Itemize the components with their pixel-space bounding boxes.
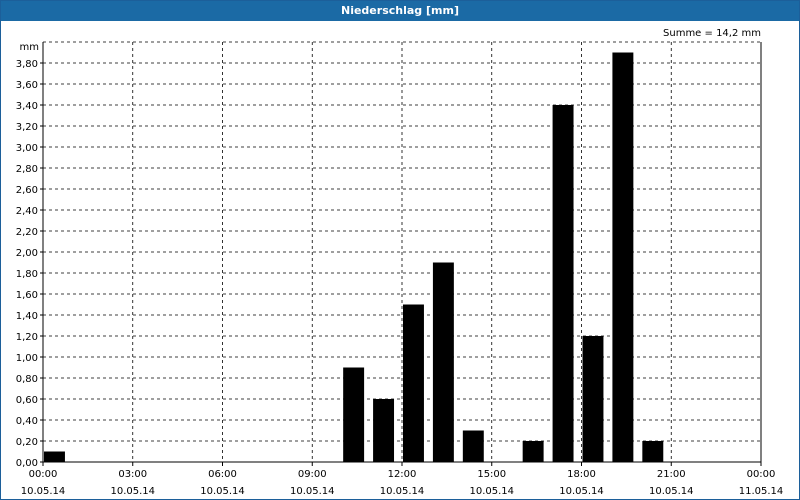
y-tick-label: 1,60 [16, 290, 38, 301]
x-tick-time-label: 21:00 [657, 469, 686, 480]
x-tick-date-label: 11.05.14 [739, 486, 784, 497]
precipitation-bar [403, 304, 424, 462]
precipitation-bar [642, 441, 664, 462]
y-tick-label: 1,20 [16, 332, 38, 343]
y-tick-label: 3,00 [16, 143, 38, 154]
x-tick-time-label: 06:00 [208, 469, 237, 480]
y-tick-label: 3,60 [16, 80, 38, 91]
y-tick-label: 0,60 [16, 395, 38, 406]
y-tick-label: 2,00 [16, 248, 38, 259]
y-tick-label: 2,80 [16, 164, 38, 175]
x-tick-date-label: 10.05.14 [649, 486, 694, 497]
y-tick-label: 2,40 [16, 206, 38, 217]
x-tick-time-label: 12:00 [388, 469, 417, 480]
y-tick-label: 3,40 [16, 101, 38, 112]
x-tick-date-label: 10.05.14 [200, 486, 245, 497]
precipitation-bar [552, 105, 574, 462]
y-tick-label: 0,80 [16, 374, 38, 385]
y-tick-label: 0,20 [16, 437, 38, 448]
precipitation-bar [373, 399, 395, 462]
x-tick-time-label: 15:00 [477, 469, 506, 480]
chart-title: Niederschlag [mm] [1, 1, 799, 21]
precipitation-bar [582, 336, 604, 462]
x-tick-date-label: 10.05.14 [469, 486, 514, 497]
y-tick-label: 0,00 [16, 458, 38, 469]
y-tick-label: 3,20 [16, 122, 38, 133]
x-tick-time-label: 09:00 [298, 469, 327, 480]
x-tick-time-label: 03:00 [118, 469, 147, 480]
sum-annotation: Summe = 14,2 mm [663, 28, 761, 39]
y-tick-label: 2,60 [16, 185, 38, 196]
precipitation-bar [612, 52, 634, 462]
x-tick-date-label: 10.05.14 [290, 486, 335, 497]
x-tick-time-label: 18:00 [567, 469, 596, 480]
chart-window: Niederschlag [mm] 0,00 0,20 0,40 0,60 0,80 1,… [0, 0, 800, 500]
y-tick-label: 3,80 [16, 59, 38, 70]
precipitation-chart: 0,00 0,20 0,40 0,60 0,80 1,00 1,20 1,40 1,60 1,80… [16, 28, 784, 497]
y-tick-label: 2,20 [16, 227, 38, 238]
x-tick-date-label: 10.05.14 [380, 486, 425, 497]
precipitation-bar [462, 430, 484, 462]
x-tick-date-label: 10.05.14 [110, 486, 155, 497]
y-tick-label: 1,40 [16, 311, 38, 322]
precipitation-bar [343, 367, 365, 462]
x-tick-time-label: 00:00 [29, 469, 58, 480]
y-tick-label: 1,80 [16, 269, 38, 280]
precipitation-bar [44, 451, 65, 462]
y-axis-unit-label: mm [20, 42, 39, 53]
x-tick-time-label: 00:00 [747, 469, 776, 480]
x-tick-date-label: 10.05.14 [559, 486, 604, 497]
precipitation-bar [432, 262, 454, 462]
x-tick-date-label: 10.05.14 [21, 486, 66, 497]
y-tick-label: 1,00 [16, 353, 38, 364]
y-tick-label: 0,40 [16, 416, 38, 427]
precipitation-bar [522, 441, 544, 462]
